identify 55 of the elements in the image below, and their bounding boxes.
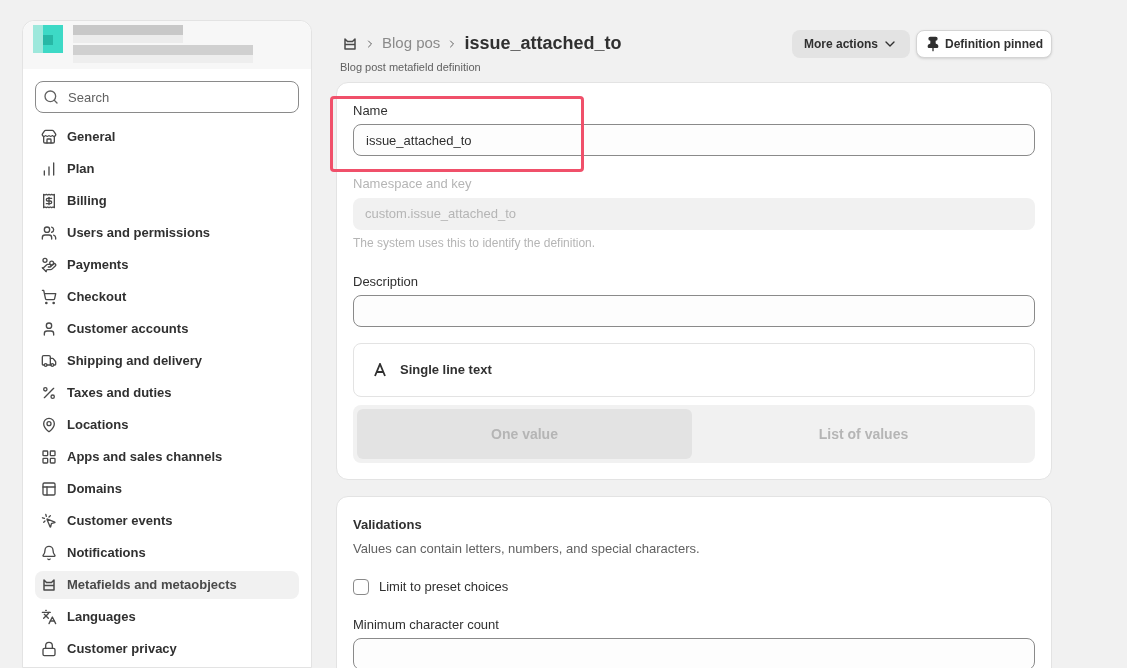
section-description: Values can contain letters, numbers, and special characters.	[353, 539, 700, 558]
sidebar-item[interactable]: Apps and sales channels	[35, 443, 299, 471]
sidebar-item[interactable]: Users and permissions	[35, 219, 299, 247]
hand-icon	[41, 257, 57, 273]
grid-icon	[41, 449, 57, 465]
cart-icon	[41, 289, 57, 305]
bell-icon	[41, 545, 57, 561]
checkbox-label: Limit to preset choices	[379, 578, 509, 596]
pin-icon	[41, 417, 57, 433]
sidebar-item[interactable]: Domains	[35, 475, 299, 503]
pin-button[interactable]: Definition pinned	[916, 30, 1052, 58]
type-selector[interactable]: Single line text	[353, 343, 1035, 397]
sidebar-item[interactable]: Shipping and delivery	[35, 347, 299, 375]
letter-icon	[374, 363, 386, 377]
field-label: Namespace and key	[353, 175, 472, 193]
browser-icon	[41, 481, 57, 497]
field-label: Description	[353, 272, 419, 291]
percent-icon	[41, 385, 57, 401]
sidebar-item[interactable]: Customer privacy	[35, 635, 299, 663]
receipt-icon	[41, 193, 57, 209]
sidebar-item[interactable]: Customer accounts	[35, 315, 299, 343]
sidebar-item[interactable]: Languages	[35, 603, 299, 631]
pin-icon	[925, 36, 941, 52]
sidebar-item[interactable]: Locations	[35, 411, 299, 439]
languages-icon	[41, 609, 57, 625]
min-count-field[interactable]	[353, 638, 1035, 668]
section-title: Validations	[353, 516, 422, 534]
store-icon	[41, 129, 57, 145]
page-title: issue_attached_to	[464, 32, 622, 55]
name-field[interactable]: issue_attached_to	[353, 124, 1035, 156]
truck-icon	[41, 353, 57, 369]
bar-chart-icon	[41, 161, 57, 177]
sidebar-item[interactable]: Payments	[35, 251, 299, 279]
pointer-icon	[41, 513, 57, 529]
users-icon	[41, 225, 57, 241]
page-subtitle: Blog post metafield definition	[340, 60, 482, 75]
help-text: The system uses this to identify the definition.	[353, 234, 596, 252]
sidebar-item[interactable]: Metafields and metaobjects	[35, 571, 299, 599]
sidebar-item[interactable]: Taxes and duties	[35, 379, 299, 407]
sidebar-item[interactable]: Plan	[35, 155, 299, 183]
more-actions-button[interactable]: More actions	[792, 30, 910, 58]
person-icon	[41, 321, 57, 337]
lock-icon	[41, 641, 57, 657]
type-label: Single line text	[400, 361, 492, 380]
field-label: Name	[353, 101, 388, 120]
sidebar-item[interactable]: Checkout	[35, 283, 299, 311]
description-field[interactable]	[353, 295, 1035, 327]
sidebar-item[interactable]: Notifications	[35, 539, 299, 567]
checkbox[interactable]	[353, 578, 369, 595]
field-label: Minimum character count	[353, 615, 499, 634]
sidebar-item[interactable]: Billing	[35, 187, 299, 215]
sidebar-item[interactable]: Customer events	[35, 507, 299, 535]
search-field[interactable]: Search	[35, 81, 299, 113]
search-icon	[43, 89, 59, 105]
sidebar-item[interactable]: General	[35, 123, 299, 151]
